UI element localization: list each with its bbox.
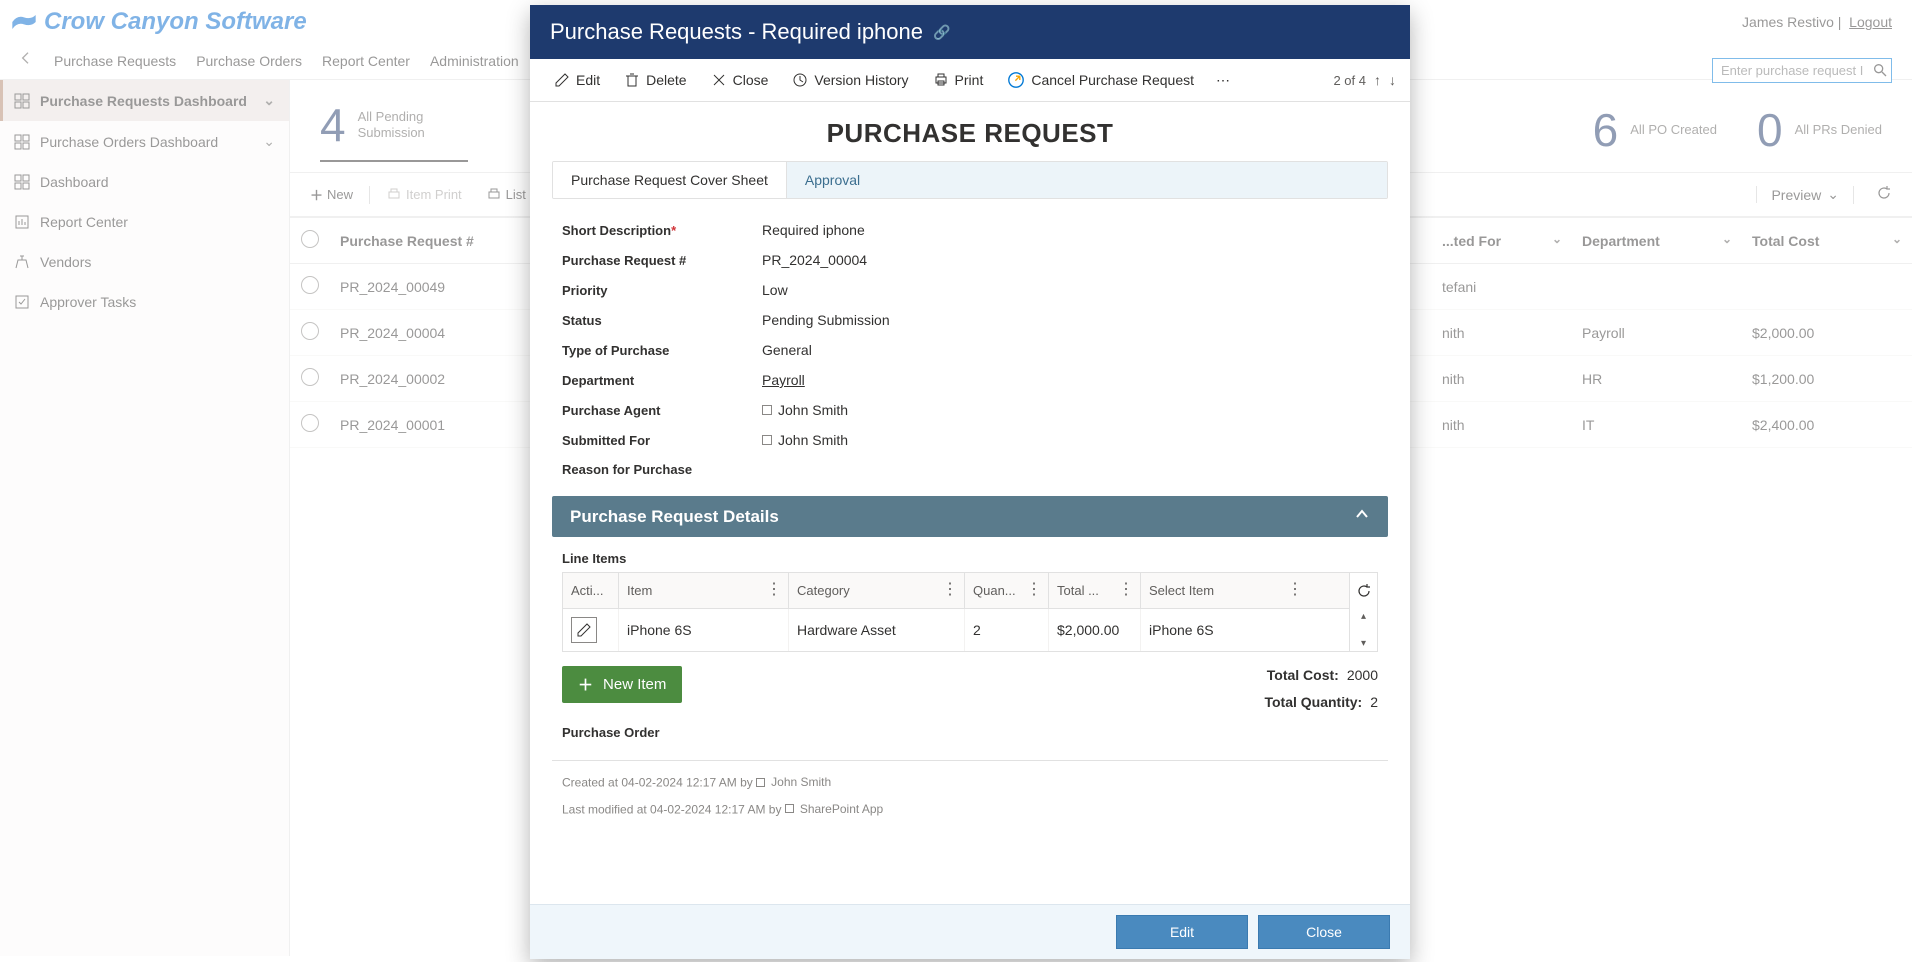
cancel-pr-button[interactable]: Cancel Purchase Request: [997, 67, 1204, 93]
footer-close-button[interactable]: Close: [1258, 915, 1390, 949]
col-select-item[interactable]: Select Item⋮: [1141, 573, 1309, 608]
link-icon[interactable]: 🔗: [933, 24, 950, 41]
col-quantity[interactable]: Quan...⋮: [965, 573, 1049, 608]
purchase-order-label: Purchase Order: [530, 715, 1410, 760]
label-agent: Purchase Agent: [562, 403, 762, 418]
column-menu-icon: ⋮: [942, 585, 958, 595]
dialog-toolbar: Edit Delete Close Version History Print …: [530, 59, 1410, 102]
presence-icon: [756, 778, 765, 787]
total-cost-label: Total Cost:: [1267, 667, 1339, 683]
value-status: Pending Submission: [762, 312, 1378, 328]
grid-scroll[interactable]: ▴▾: [1349, 609, 1377, 651]
column-menu-icon: ⋮: [1287, 585, 1303, 595]
col-action[interactable]: Acti...: [563, 573, 619, 608]
label-status: Status: [562, 313, 762, 328]
label-dept: Department: [562, 373, 762, 388]
dialog-header: Purchase Requests - Required iphone 🔗: [530, 5, 1410, 59]
totals: Total Cost: 2000 Total Quantity: 2: [1232, 662, 1410, 715]
value-dept[interactable]: Payroll: [762, 372, 1378, 388]
presence-icon: [762, 435, 772, 445]
pager-text: 2 of 4: [1333, 73, 1366, 88]
label-for: Submitted For: [562, 433, 762, 448]
section-title: Purchase Request Details: [570, 507, 779, 527]
line-items-grid: Acti... Item⋮ Category⋮ Quan...⋮ Total .…: [562, 572, 1378, 652]
cell-item: iPhone 6S: [619, 609, 789, 651]
value-short-desc: Required iphone: [762, 222, 1378, 238]
total-qty-value: 2: [1370, 694, 1378, 710]
pr-dialog: Purchase Requests - Required iphone 🔗 Ed…: [530, 5, 1410, 959]
meta-created: Created at 04-02-2024 12:17 AM by John S…: [530, 769, 1410, 796]
form-title: PURCHASE REQUEST: [530, 118, 1410, 149]
line-item-row[interactable]: iPhone 6S Hardware Asset 2 $2,000.00 iPh…: [563, 609, 1349, 651]
dialog-body: PURCHASE REQUEST Purchase Request Cover …: [530, 102, 1410, 904]
dialog-title-text: Purchase Requests - Required iphone: [550, 19, 923, 45]
footer-edit-button[interactable]: Edit: [1116, 915, 1248, 949]
column-menu-icon: ⋮: [766, 585, 782, 595]
label-reason: Reason for Purchase: [562, 462, 762, 477]
chevron-up-icon[interactable]: [1354, 506, 1370, 527]
column-menu-icon: ⋮: [1118, 585, 1134, 595]
tab-approval[interactable]: Approval: [787, 162, 878, 198]
close-button[interactable]: Close: [701, 68, 779, 92]
new-item-button[interactable]: ＋New Item: [562, 666, 682, 703]
delete-button[interactable]: Delete: [614, 68, 696, 92]
form-tabs: Purchase Request Cover Sheet Approval: [552, 161, 1388, 199]
cell-cost: $2,000.00: [1049, 609, 1141, 651]
label-type: Type of Purchase: [562, 343, 762, 358]
col-item[interactable]: Item⋮: [619, 573, 789, 608]
print-button[interactable]: Print: [923, 68, 994, 92]
grid-refresh-icon[interactable]: [1349, 573, 1377, 609]
scroll-up-icon: ▴: [1361, 611, 1366, 622]
next-icon[interactable]: ↓: [1389, 72, 1396, 88]
scroll-down-icon: ▾: [1361, 638, 1366, 649]
column-menu-icon: ⋮: [1026, 585, 1042, 595]
prev-icon[interactable]: ↑: [1374, 72, 1381, 88]
form-grid: Short Description*Required iphone Purcha…: [530, 215, 1410, 484]
edit-button[interactable]: Edit: [544, 68, 610, 92]
label-pr-num: Purchase Request #: [562, 253, 762, 268]
line-items-label: Line Items: [530, 551, 1410, 566]
tab-cover-sheet[interactable]: Purchase Request Cover Sheet: [553, 162, 787, 198]
presence-icon: [762, 405, 772, 415]
cell-category: Hardware Asset: [789, 609, 965, 651]
cell-quantity: 2: [965, 609, 1049, 651]
label-priority: Priority: [562, 283, 762, 298]
col-category[interactable]: Category⋮: [789, 573, 965, 608]
meta-modified: Last modified at 04-02-2024 12:17 AM by …: [530, 796, 1410, 823]
cell-select-item: iPhone 6S: [1141, 609, 1309, 651]
col-total-cost[interactable]: Total ...⋮: [1049, 573, 1141, 608]
edit-row-icon[interactable]: [571, 617, 597, 643]
value-agent: John Smith: [762, 402, 1378, 418]
section-header-details[interactable]: Purchase Request Details: [552, 496, 1388, 537]
value-for: John Smith: [762, 432, 1378, 448]
more-icon[interactable]: ⋯: [1208, 68, 1238, 93]
presence-icon: [785, 804, 794, 813]
value-pr-num: PR_2024_00004: [762, 252, 1378, 268]
total-qty-label: Total Quantity:: [1264, 694, 1362, 710]
label-short-desc: Short Description: [562, 223, 671, 238]
dialog-footer: Edit Close: [530, 904, 1410, 959]
value-priority: Low: [762, 282, 1378, 298]
version-history-button[interactable]: Version History: [782, 68, 918, 92]
total-cost-value: 2000: [1347, 667, 1378, 683]
pager: 2 of 4 ↑ ↓: [1333, 72, 1396, 88]
value-type: General: [762, 342, 1378, 358]
tab-spacer: [878, 162, 1387, 198]
